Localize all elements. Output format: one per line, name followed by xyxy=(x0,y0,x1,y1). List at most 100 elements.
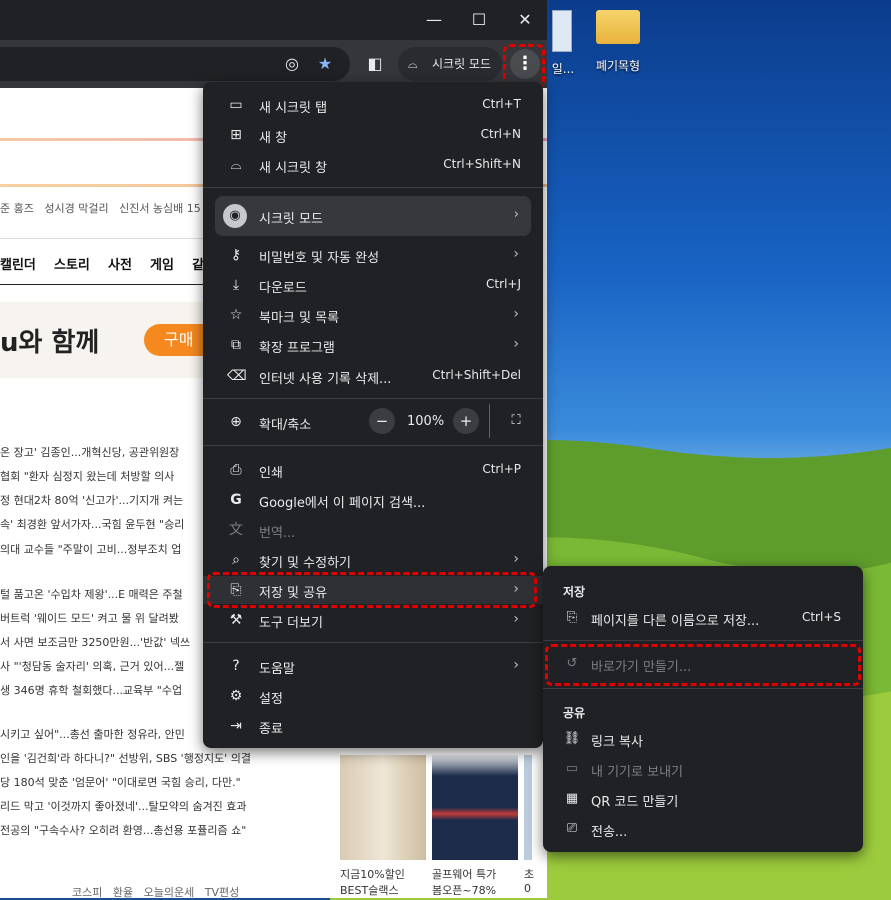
headline-link[interactable]: 털 품고온 '수입차 제왕'...E 매력은 주철 xyxy=(0,586,183,602)
headline-link[interactable]: 협회 "환자 심정지 왔는데 처방할 의사 xyxy=(0,468,174,484)
footer-link[interactable]: 오늘의운세 xyxy=(144,886,195,898)
menu-item-new-incognito-tab[interactable]: ▭ 새 시크릿 탭 Ctrl+T xyxy=(203,91,543,119)
menu-item-exit[interactable]: ⇥ 종료 xyxy=(203,712,543,740)
ad-thumbnail[interactable] xyxy=(524,755,532,860)
headline-link[interactable]: 온 장고' 김종인...개혁신당, 공관위원장 xyxy=(0,444,179,460)
nav-item[interactable]: 사전 xyxy=(108,258,132,273)
menu-item-translate: 文 번역... xyxy=(203,516,543,544)
incognito-chip-label: 시크릿 모드 xyxy=(432,57,492,71)
trending-item[interactable]: 성시경 막걸리 xyxy=(44,202,108,215)
menu-item-label: 새 시크릿 탭 xyxy=(259,101,328,116)
submenu-item-cast[interactable]: ⎚ 전송... xyxy=(543,815,863,843)
menu-item-passwords[interactable]: ⚷ 비밀번호 및 자동 완성 › xyxy=(203,241,543,269)
menu-item-extensions[interactable]: ⧉ 확장 프로그램 › xyxy=(203,331,543,359)
trending-item[interactable]: 준 홍즈 xyxy=(0,202,34,215)
menu-item-find-edit[interactable]: ⌕ 찾기 및 수정하기 › xyxy=(203,546,543,574)
headline-link[interactable]: 당 180석 맞춘 '엄문어' "이대로면 국힘 승리, 다만." xyxy=(0,774,241,790)
menu-item-clear-history[interactable]: ⌫ 인터넷 사용 기록 삭제... Ctrl+Shift+Del xyxy=(203,362,543,390)
submenu-item-label: 전송... xyxy=(591,825,628,840)
desktop-icon-label: 폐기목형 xyxy=(595,59,641,73)
incognito-chip[interactable]: ⌓ 시크릿 모드 xyxy=(398,47,502,81)
menu-item-save-share[interactable]: ⎘ 저장 및 공유 › xyxy=(203,576,543,604)
google-icon: G xyxy=(230,492,242,508)
menu-item-new-incognito-window[interactable]: ⌓ 새 시크릿 창 Ctrl+Shift+N xyxy=(203,151,543,179)
submenu-item-copy-link[interactable]: ⛓ 링크 복사 xyxy=(543,725,863,753)
ad-caption[interactable]: BEST슬랙스 xyxy=(340,882,399,898)
fullscreen-icon: ⛶ xyxy=(511,413,521,428)
headline-link[interactable]: 시키고 싶어"...총선 출마한 정유라, 안민 xyxy=(0,726,185,742)
menu-item-help[interactable]: ? 도움말 › xyxy=(203,652,543,680)
footer-link[interactable]: TV편성 xyxy=(205,886,239,898)
menu-item-label: Google에서 이 페이지 검색... xyxy=(259,496,426,511)
zoom-out-button[interactable]: − xyxy=(369,408,395,434)
ad-caption[interactable]: 0 xyxy=(524,882,531,895)
headline-link[interactable]: 리드 막고 '이것까지 좋아졌네'...탈모약의 숨겨진 효과 xyxy=(0,798,247,814)
desktop-icon-folder[interactable]: 폐기목형 xyxy=(588,10,648,74)
submenu-header-share: 공유 xyxy=(563,706,586,720)
close-button[interactable]: ✕ xyxy=(513,8,537,32)
minimize-button[interactable]: — xyxy=(422,8,446,32)
footer-link[interactable]: 환율 xyxy=(113,886,133,898)
ad-thumbnail[interactable] xyxy=(340,755,426,860)
headline-link[interactable]: 속' 최경환 앞서가자...국힘 윤두현 "승리 xyxy=(0,516,184,532)
headline-link[interactable]: 전공의 "구속수사? 오히려 환영...총선용 포퓰리즘 쇼" xyxy=(0,822,246,838)
submenu-header-save: 저장 xyxy=(563,585,586,599)
headline-link[interactable]: 의대 교수들 "주말이 고비...정부조치 업 xyxy=(0,541,181,557)
menu-item-label: 확대/축소 xyxy=(259,418,312,433)
submenu-item-save-page-as[interactable]: ⎘ 페이지를 다른 이름으로 저장... Ctrl+S xyxy=(543,604,863,632)
key-icon: ⚷ xyxy=(230,247,242,263)
headline-link[interactable]: 정 현대2차 80억 '신고가'...기지개 켜는 xyxy=(0,492,183,508)
headline-link[interactable]: 서 사면 보조금만 3250만원...'반값' 넥쓰 xyxy=(0,634,190,650)
incognito-icon: ◉ xyxy=(223,204,247,228)
fullscreen-button[interactable]: ⛶ xyxy=(503,408,529,434)
menu-item-label: 북마크 및 목록 xyxy=(259,311,340,326)
menu-item-label: 인터넷 사용 기록 삭제... xyxy=(259,372,392,387)
headline-link[interactable]: 생 346명 휴학 철회했다...교육부 "수업 xyxy=(0,682,182,698)
ad-caption[interactable]: 초 xyxy=(524,866,534,882)
ad-caption[interactable]: 봄오픈~78% xyxy=(432,882,496,898)
menu-item-label: 찾기 및 수정하기 xyxy=(259,556,351,571)
menu-item-zoom: ⊕ 확대/축소 − 100% + ⛶ xyxy=(203,404,543,438)
menu-item-more-tools[interactable]: ⚒ 도구 더보기 › xyxy=(203,606,543,634)
menu-kebab-button[interactable]: ⋮ xyxy=(510,49,540,79)
menu-item-downloads[interactable]: ⤓ 다운로드 Ctrl+J xyxy=(203,271,543,299)
menu-item-settings[interactable]: ⚙ 설정 xyxy=(203,682,543,710)
ad-caption[interactable]: 골프웨어 특가 xyxy=(432,866,496,882)
menu-item-incognito-mode[interactable]: ◉ 시크릿 모드 › xyxy=(215,196,531,236)
menu-item-label: 인쇄 xyxy=(259,466,283,481)
toolbar: ◎ ★ ◧ ⌓ 시크릿 모드 ⋮ xyxy=(0,40,547,88)
headline-link[interactable]: 인을 '김건희'라 하다니?" 선방위, SBS '행정지도' 의결 xyxy=(0,750,251,766)
menu-item-new-window[interactable]: ⊞ 새 창 Ctrl+N xyxy=(203,121,543,149)
menu-item-google-search[interactable]: G Google에서 이 페이지 검색... xyxy=(203,486,543,514)
nav-item[interactable]: 게임 xyxy=(150,258,174,273)
menu-item-print[interactable]: ⎙ 인쇄 Ctrl+P xyxy=(203,456,543,484)
maximize-button[interactable]: ☐ xyxy=(467,8,491,32)
nav-row: 캘린더 스토리 사전 게임 같이 xyxy=(0,254,216,273)
zoom-in-button[interactable]: + xyxy=(453,408,479,434)
submenu-item-shortcut: Ctrl+S xyxy=(801,610,841,624)
submenu-item-label: 페이지를 다른 이름으로 저장... xyxy=(591,614,760,629)
bookmark-star-icon[interactable]: ★ xyxy=(315,54,335,74)
nav-item[interactable]: 스토리 xyxy=(54,258,90,273)
ad-caption[interactable]: 지금10%할인 xyxy=(340,866,405,882)
submenu-item-label: QR 코드 만들기 xyxy=(591,795,679,810)
menu-item-label: 비밀번호 및 자동 완성 xyxy=(259,251,380,266)
side-panel-icon[interactable]: ◧ xyxy=(365,54,385,74)
eye-slash-icon[interactable]: ◎ xyxy=(282,54,302,74)
footer-link[interactable]: 코스피 xyxy=(72,886,102,898)
submenu-item-qr-code[interactable]: ▦ QR 코드 만들기 xyxy=(543,785,863,813)
chevron-right-icon: › xyxy=(513,207,519,222)
menu-item-bookmarks[interactable]: ☆ 북마크 및 목록 › xyxy=(203,301,543,329)
address-bar[interactable]: ◎ ★ xyxy=(0,47,350,81)
headline-link[interactable]: 버트럭 '웨이드 모드' 켜고 물 위 달려봤 xyxy=(0,610,179,626)
star-icon: ☆ xyxy=(229,307,243,323)
menu-item-shortcut: Ctrl+J xyxy=(486,277,521,291)
ad-thumbnail[interactable] xyxy=(432,755,518,860)
menu-item-label: 종료 xyxy=(259,722,283,737)
nav-item[interactable]: 캘린더 xyxy=(0,258,36,273)
headline-link[interactable]: 사 "'청담동 술자리' 의혹, 근거 있어...젤 xyxy=(0,658,184,674)
desktop-icon-file[interactable]: 일... xyxy=(548,10,578,77)
menu-item-label: 새 창 xyxy=(259,131,288,146)
trending-item[interactable]: 신진서 농심배 15 xyxy=(119,202,201,215)
menu-item-shortcut: Ctrl+Shift+Del xyxy=(432,368,521,382)
